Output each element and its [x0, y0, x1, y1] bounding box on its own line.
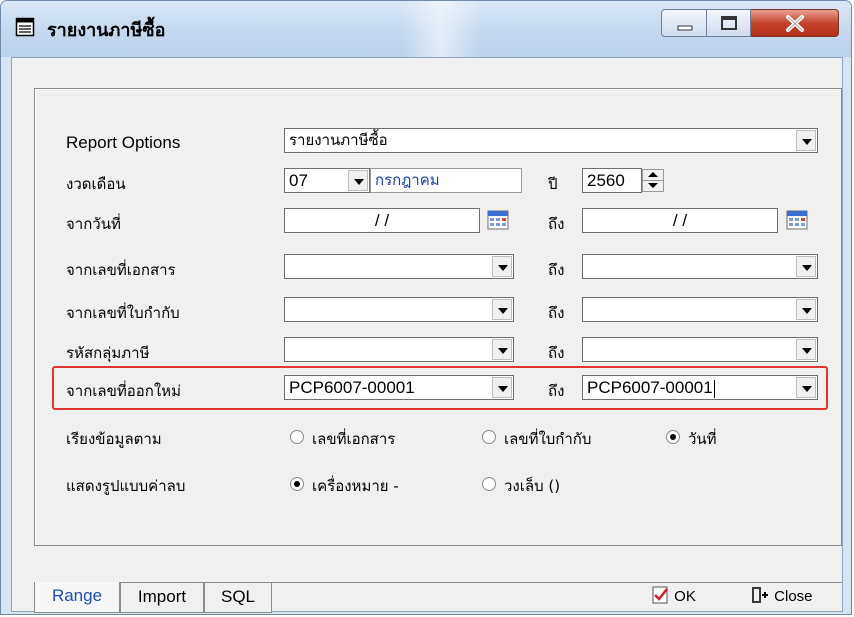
report-options-value: รายงานภาษีซื้อ: [289, 131, 388, 149]
close-label: Close: [774, 588, 813, 605]
tab-bar: Range Import SQL OK Close: [34, 582, 842, 613]
spin-up-icon[interactable]: [643, 170, 663, 181]
tab-sql[interactable]: SQL: [204, 582, 272, 613]
from-invoice-no-to-label: ถึง: [548, 304, 565, 322]
from-date-field[interactable]: / /: [284, 208, 480, 233]
report-options-select[interactable]: รายงานภาษีซื้อ: [284, 128, 818, 153]
text-caret: [713, 379, 715, 398]
tab-import[interactable]: Import: [120, 582, 204, 613]
chevron-down-icon[interactable]: [796, 299, 816, 320]
from-date-label: จากวันที่: [66, 215, 121, 233]
close-button[interactable]: Close: [750, 584, 813, 610]
window-title: รายงานภาษีซื้อ: [47, 20, 166, 41]
title-bar[interactable]: รายงานภาษีซื้อ: [1, 1, 851, 57]
from-new-no-value: PCP6007-00001: [289, 378, 415, 397]
to-invoice-no-select[interactable]: [582, 297, 818, 322]
to-date-value: / /: [672, 211, 688, 230]
close-window-button[interactable]: [751, 9, 839, 37]
sort-doc-no-radio[interactable]: [290, 430, 304, 444]
negative-minus-radio[interactable]: [290, 477, 304, 491]
tax-group-to-label: ถึง: [548, 344, 565, 362]
chevron-down-icon[interactable]: [492, 299, 512, 320]
minimize-icon: [677, 25, 693, 31]
form-icon: [15, 17, 35, 37]
ok-label: OK: [674, 588, 696, 605]
year-spinner[interactable]: [642, 169, 664, 192]
chevron-down-icon[interactable]: [796, 339, 816, 360]
negative-minus-label[interactable]: เครื่องหมาย -: [312, 474, 399, 498]
sort-by-label: เรียงข้อมูลตาม: [66, 430, 162, 448]
to-tax-group-select[interactable]: [582, 337, 818, 362]
from-tax-group-select[interactable]: [284, 337, 514, 362]
chevron-down-icon[interactable]: [796, 256, 816, 277]
chevron-down-icon[interactable]: [796, 130, 816, 151]
exit-door-icon: [752, 587, 768, 603]
from-date-to-label: ถึง: [548, 215, 565, 233]
report-options-label: Report Options: [66, 133, 181, 152]
chevron-down-icon[interactable]: [492, 377, 512, 398]
negative-paren-radio[interactable]: [482, 477, 496, 491]
minimize-button[interactable]: [661, 9, 707, 37]
sort-date-label[interactable]: วันที่: [688, 427, 717, 451]
chevron-down-icon[interactable]: [796, 377, 816, 398]
period-label: งวดเดือน: [66, 175, 126, 193]
chevron-down-icon[interactable]: [492, 256, 512, 277]
from-new-no-label: จากเลขที่ออกใหม่: [66, 382, 181, 400]
from-doc-no-label: จากเลขที่เอกสาร: [66, 261, 176, 279]
from-doc-no-select[interactable]: [284, 254, 514, 279]
year-field[interactable]: 2560: [582, 168, 642, 193]
chevron-down-icon[interactable]: [348, 170, 368, 191]
ok-button[interactable]: OK: [652, 584, 696, 610]
title-sheen: [401, 1, 481, 57]
from-invoice-no-select[interactable]: [284, 297, 514, 322]
calendar-icon[interactable]: [487, 210, 509, 230]
year-label: ปี: [548, 175, 558, 193]
sort-doc-no-label[interactable]: เลขที่เอกสาร: [312, 427, 395, 451]
year-value: 2560: [587, 171, 625, 190]
calendar-icon[interactable]: [786, 210, 808, 230]
sort-date-radio[interactable]: [666, 430, 680, 444]
maximize-button[interactable]: [707, 9, 751, 37]
from-invoice-no-label: จากเลขที่ใบกำกับ: [66, 304, 180, 322]
maximize-icon: [721, 16, 737, 30]
tab-range[interactable]: Range: [34, 582, 120, 613]
negative-paren-label[interactable]: วงเล็บ (): [504, 474, 560, 498]
month-value: 07: [289, 171, 308, 190]
from-date-value: / /: [374, 211, 390, 230]
from-doc-no-to-label: ถึง: [548, 261, 565, 279]
month-name-field: กรกฎาคม: [370, 168, 522, 193]
month-select[interactable]: 07: [284, 168, 370, 193]
chevron-down-icon[interactable]: [492, 339, 512, 360]
month-name-value: กรกฎาคม: [375, 171, 440, 189]
negative-format-label: แสดงรูปแบบค่าลบ: [66, 477, 186, 495]
check-document-icon: [652, 586, 668, 604]
close-icon: [786, 15, 804, 32]
sort-invoice-no-radio[interactable]: [482, 430, 496, 444]
to-date-field[interactable]: / /: [582, 208, 778, 233]
from-new-no-select[interactable]: PCP6007-00001: [284, 375, 514, 400]
to-doc-no-select[interactable]: [582, 254, 818, 279]
to-new-no-value: PCP6007-00001: [587, 378, 713, 397]
sort-invoice-no-label[interactable]: เลขที่ใบกำกับ: [504, 427, 591, 451]
from-new-no-to-label: ถึง: [548, 382, 565, 400]
tax-group-label: รหัสกลุ่มภาษี: [66, 344, 150, 362]
to-new-no-select[interactable]: PCP6007-00001: [582, 375, 818, 400]
